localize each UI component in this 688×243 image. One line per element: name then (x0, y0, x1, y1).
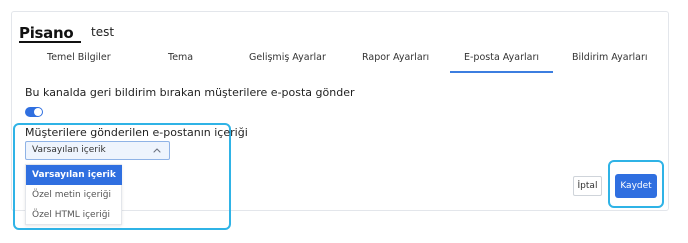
project-name: test (91, 25, 115, 39)
active-tab-indicator (450, 71, 553, 73)
dropdown-option-ozel-html[interactable]: Özel HTML içeriği (26, 205, 122, 225)
save-button[interactable]: Kaydet (615, 174, 657, 198)
content-select[interactable]: Varsayılan içerik (25, 141, 170, 160)
tab-temel-bilgiler[interactable]: Temel Bilgiler (47, 52, 111, 63)
tab-e-posta-ayarlari[interactable]: E-posta Ayarları (464, 52, 539, 63)
content-dropdown-menu: Varsayılan içerik Özel metin içeriği Öze… (25, 164, 122, 225)
dropdown-option-varsayilan[interactable]: Varsayılan içerik (26, 165, 122, 185)
tab-tema[interactable]: Tema (168, 52, 193, 63)
tab-bildirim-ayarlari[interactable]: Bildirim Ayarları (572, 52, 648, 63)
tab-rapor-ayarlari[interactable]: Rapor Ayarları (362, 52, 429, 63)
tab-gelismis-ayarlar[interactable]: Gelişmiş Ayarlar (249, 52, 326, 63)
pisano-logo: Pisano (19, 24, 74, 42)
email-toggle-label: Bu kanalda geri bildirim bırakan müşteri… (25, 86, 355, 99)
page: Pisano test Temel Bilgiler Tema Gelişmiş… (0, 0, 688, 243)
email-toggle[interactable] (25, 107, 43, 117)
dropdown-option-label: Özel HTML içeriği (32, 210, 111, 220)
dropdown-option-label: Özel metin içeriği (32, 190, 112, 200)
content-select-value: Varsayılan içerik (32, 145, 106, 155)
dropdown-option-ozel-metin[interactable]: Özel metin içeriği (26, 185, 122, 205)
settings-tabs: Temel Bilgiler Tema Gelişmiş Ayarlar Rap… (0, 48, 688, 73)
cancel-button[interactable]: İptal (573, 176, 602, 196)
dropdown-option-label: Varsayılan içerik (32, 170, 116, 180)
chevron-up-icon (153, 148, 161, 153)
toggle-knob (34, 108, 42, 116)
logo-underline (19, 41, 81, 43)
content-select-label: Müşterilere gönderilen e-postanın içeriğ… (25, 126, 248, 139)
